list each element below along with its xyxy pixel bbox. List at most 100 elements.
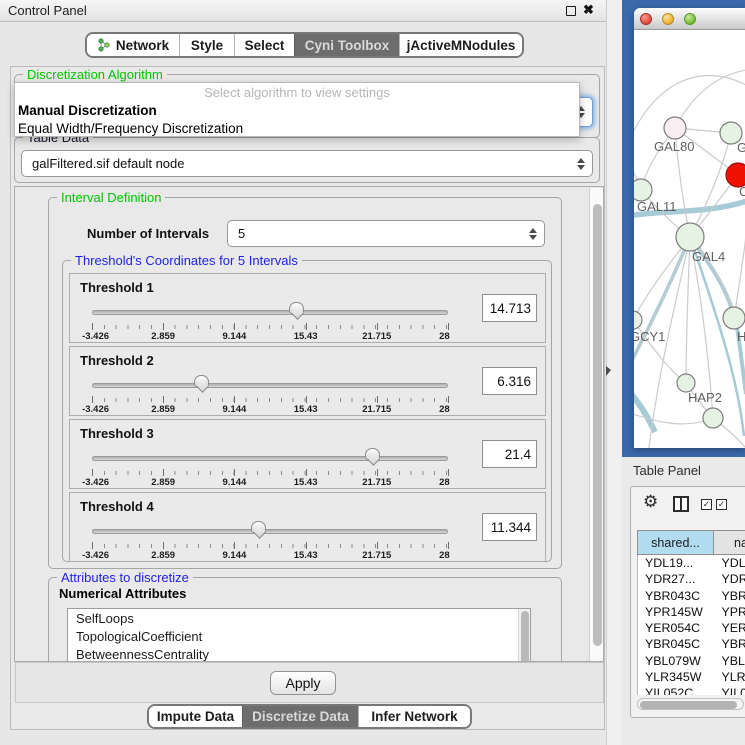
tab-style[interactable]: Style bbox=[179, 34, 234, 56]
slider-track[interactable] bbox=[92, 310, 448, 315]
close-icon[interactable]: ✖ bbox=[583, 2, 594, 18]
list-item[interactable]: SelfLoops bbox=[68, 609, 530, 627]
interval-definition-label: Interval Definition bbox=[57, 190, 165, 205]
close-traffic-light[interactable] bbox=[640, 13, 652, 25]
column-header-shared-name[interactable]: shared... bbox=[637, 530, 714, 555]
node-h[interactable] bbox=[723, 307, 745, 329]
apply-button[interactable]: Apply bbox=[270, 671, 336, 695]
node-gal80[interactable] bbox=[664, 117, 686, 139]
tab-discretize-data[interactable]: Discretize Data bbox=[242, 706, 358, 727]
list-scrollbar-thumb[interactable] bbox=[521, 611, 529, 662]
node-label: HAP2 bbox=[688, 390, 722, 405]
table-row[interactable]: YBR045CYBR0 bbox=[638, 636, 745, 652]
threshold-2-slider[interactable]: -3.426 2.859 9.144 15.43 21.715 28 bbox=[92, 373, 448, 413]
checkbox-column-icon[interactable]: ✓ bbox=[716, 499, 727, 510]
tick-label: 21.715 bbox=[362, 477, 391, 488]
list-item[interactable]: BetweennessCentrality bbox=[68, 645, 530, 662]
node-gal4[interactable] bbox=[676, 223, 704, 251]
table-row[interactable]: YIL052CYIL0 bbox=[638, 685, 745, 695]
checkbox-column-icon[interactable]: ✓ bbox=[701, 499, 712, 510]
tab-label: Impute Data bbox=[157, 709, 234, 724]
table-row[interactable]: YDR27...YDR2 bbox=[638, 571, 745, 587]
algorithm-group-label: Discretization Algorithm bbox=[23, 67, 167, 82]
zoom-traffic-light[interactable] bbox=[684, 13, 696, 25]
node-label: GCY1 bbox=[634, 329, 665, 344]
tick-label: -3.426 bbox=[82, 550, 109, 561]
threshold-2-title: Threshold 2 bbox=[80, 353, 154, 368]
top-tab-bar: Network Style Select Cyni Toolbox jActiv… bbox=[85, 32, 524, 58]
table-row[interactable]: YPR145WYPR1 bbox=[638, 604, 745, 620]
list-item[interactable]: TopologicalCoefficient bbox=[68, 627, 530, 645]
bottom-tab-bar: Impute Data Discretize Data Infer Networ… bbox=[147, 704, 472, 729]
threshold-4-value-field[interactable] bbox=[482, 513, 537, 541]
threshold-2-section: Threshold 2 -3.426 2.859 9.144 15.43 21.… bbox=[69, 346, 546, 416]
dropdown-placeholder: Select algorithm to view settings bbox=[15, 83, 579, 102]
table-row[interactable]: YBR043CYBR0 bbox=[638, 588, 745, 604]
network-canvas[interactable]: GAL80 GA C GAL11 GAL4 GCY1 H HAP2 bbox=[634, 30, 745, 448]
panel-scrollbar-thumb[interactable] bbox=[593, 204, 602, 646]
tick-label: 28 bbox=[439, 331, 450, 342]
table-row[interactable]: YBL079WYBL0 bbox=[638, 653, 745, 669]
table-data-group: Table Data galFiltered.sif default node bbox=[14, 137, 600, 183]
numerical-attributes-list[interactable]: SelfLoops TopologicalCoefficient Between… bbox=[67, 608, 531, 662]
minimize-traffic-light[interactable] bbox=[662, 13, 674, 25]
thresholds-group-label: Threshold's Coordinates for 5 Intervals bbox=[71, 253, 302, 268]
threshold-2-value-field[interactable] bbox=[482, 367, 537, 395]
tick-label: 2.859 bbox=[151, 404, 175, 415]
slider-thumb[interactable] bbox=[194, 375, 209, 387]
network-icon bbox=[97, 38, 111, 52]
column-header-name[interactable]: na bbox=[714, 530, 745, 555]
slider-ticks bbox=[92, 471, 448, 475]
table-row[interactable]: YLR345WYLR3 bbox=[638, 669, 745, 685]
threshold-3-value-field[interactable] bbox=[482, 440, 537, 468]
node-label: GAL4 bbox=[692, 249, 725, 264]
threshold-4-title: Threshold 4 bbox=[80, 499, 154, 514]
tab-label: jActiveMNodules bbox=[407, 38, 516, 53]
tab-jactivemnodules[interactable]: jActiveMNodules bbox=[399, 34, 522, 56]
table-scrollbar-thumb[interactable] bbox=[640, 701, 737, 709]
slider-ticks bbox=[92, 544, 448, 548]
slider-thumb[interactable] bbox=[365, 448, 380, 460]
combo-stepper-icon bbox=[577, 158, 585, 170]
dropdown-item-equal-width[interactable]: Equal Width/Frequency Discretization bbox=[15, 120, 579, 138]
dropdown-item-manual-discretization[interactable]: Manual Discretization bbox=[15, 102, 579, 120]
table-row[interactable]: YER054CYER0 bbox=[638, 620, 745, 636]
split-columns-icon[interactable] bbox=[673, 496, 689, 512]
table-horizontal-scrollbar[interactable] bbox=[637, 698, 744, 710]
number-of-intervals-combobox[interactable]: 5 bbox=[227, 220, 545, 247]
float-window-icon[interactable] bbox=[566, 6, 576, 16]
tab-impute-data[interactable]: Impute Data bbox=[149, 706, 242, 727]
slider-track[interactable] bbox=[92, 456, 448, 461]
threshold-3-slider[interactable]: -3.426 2.859 9.144 15.43 21.715 28 bbox=[92, 446, 448, 486]
table-row[interactable]: YDL19...YDL1 bbox=[638, 555, 745, 571]
slider-thumb[interactable] bbox=[289, 302, 304, 314]
tab-network[interactable]: Network bbox=[87, 34, 179, 56]
slider-track[interactable] bbox=[92, 383, 448, 388]
gear-icon[interactable]: ⚙ bbox=[643, 492, 658, 512]
tab-infer-network[interactable]: Infer Network bbox=[358, 706, 470, 727]
slider-track[interactable] bbox=[92, 529, 448, 534]
threshold-4-slider[interactable]: -3.426 2.859 9.144 15.43 21.715 28 bbox=[92, 519, 448, 559]
tab-label: Infer Network bbox=[371, 709, 457, 724]
table-header-row: shared... na bbox=[637, 530, 745, 555]
threshold-1-slider[interactable]: -3.426 2.859 9.144 15.43 21.715 28 bbox=[92, 300, 448, 340]
tab-cyni-toolbox[interactable]: Cyni Toolbox bbox=[294, 34, 399, 56]
tick-label: 28 bbox=[439, 404, 450, 415]
table-body: YDL19...YDL1 YDR27...YDR2 YBR043CYBR0 YP… bbox=[637, 555, 745, 695]
node-label: GAL80 bbox=[654, 139, 694, 154]
slider-thumb[interactable] bbox=[251, 521, 266, 533]
apply-bar: Apply bbox=[15, 662, 604, 703]
tick-label: -3.426 bbox=[82, 331, 109, 342]
network-window-titlebar[interactable] bbox=[634, 8, 745, 30]
tick-label: 28 bbox=[439, 550, 450, 561]
tick-label: 15.43 bbox=[294, 477, 318, 488]
network-view-window: GAL80 GA C GAL11 GAL4 GCY1 H HAP2 bbox=[634, 8, 745, 448]
tab-select[interactable]: Select bbox=[234, 34, 294, 56]
table-data-combobox[interactable]: galFiltered.sif default node bbox=[21, 150, 593, 177]
node-gal11[interactable] bbox=[634, 179, 652, 201]
threshold-1-value-field[interactable] bbox=[482, 294, 537, 322]
node-gcy1[interactable] bbox=[634, 311, 642, 329]
panel-scrollbar[interactable] bbox=[589, 188, 604, 661]
node-bottom[interactable] bbox=[703, 408, 723, 428]
list-scrollbar[interactable] bbox=[518, 609, 530, 662]
